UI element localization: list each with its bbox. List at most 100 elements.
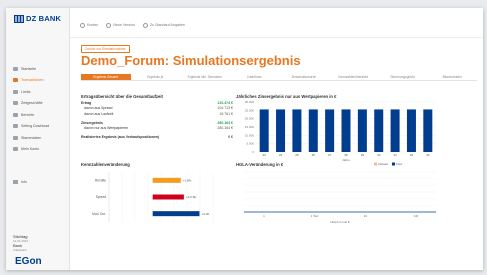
table-icon	[13, 101, 18, 106]
category-label: Spread	[96, 195, 107, 199]
info-icon	[13, 180, 18, 184]
sidebar-item-7[interactable]: Mein Konto	[13, 144, 49, 156]
sidebar-item-label: Setting Download	[21, 124, 50, 129]
back-button[interactable]: Zurück zur Simulationsliste	[81, 45, 130, 53]
page-title: Demo_Forum: Simulationsergebnis	[81, 53, 301, 68]
sidebar-item-5[interactable]: Setting Download	[13, 121, 49, 133]
user-icon	[13, 147, 18, 152]
sidebar-item-1[interactable]: Transaktionen	[13, 75, 49, 87]
x-tick-label: 24	[279, 153, 283, 157]
bar	[390, 109, 400, 152]
sidebar-item-label: Transaktionen	[21, 78, 44, 83]
dz-bank-logo-icon	[14, 14, 24, 23]
sidebar-item-info[interactable]: Info	[13, 180, 27, 184]
x-tick-label: 26	[312, 153, 316, 157]
x-tick-label: 32	[410, 153, 414, 157]
category-label: Rendite	[95, 179, 106, 183]
summary-value: 120.474 €	[217, 100, 233, 105]
summary-row: Realisiertes Ergebnis (aus Verkaufsposit…	[81, 134, 233, 140]
x-tick-label: 31	[393, 153, 397, 157]
hbar	[152, 177, 181, 183]
hbar	[152, 211, 200, 217]
annual-interest-chart: 30.000 25.000 20.000 15.000 10.000 5.000 0 23 24…	[245, 100, 436, 166]
y-tick-label: 15.000	[245, 125, 255, 129]
summary-label: davon aus Spread	[84, 106, 113, 111]
legend-label: Kauf	[396, 162, 402, 166]
y-tick-label: 25.000	[245, 108, 255, 112]
bank-sub: Volksbank	[13, 248, 27, 252]
x-tick-label: 33	[426, 153, 430, 157]
legend-label: Verkauf	[378, 162, 388, 166]
hgla-chart-title: HGLA-Veränderung in €	[236, 162, 284, 167]
x-tick-label: 28	[344, 153, 348, 157]
category-label: Mod. Dur.	[92, 212, 106, 216]
x-tick-label: 1 Tsd.	[311, 214, 319, 218]
sidebar-nav: Startseite Transaktionen Limits Zeitgeschäf…	[13, 63, 49, 155]
sidebar-item-6[interactable]: Stammdaten	[13, 132, 49, 144]
download-icon	[13, 124, 18, 129]
x-tick-label: 29	[361, 153, 365, 157]
bar	[276, 109, 286, 152]
legend-swatch	[392, 162, 395, 166]
tab-4[interactable]: Zinsstrukturkurve	[279, 74, 329, 80]
x-tick-label: 25	[295, 153, 299, 157]
hbar	[152, 194, 184, 200]
summary-table: Ertrag 120.474 € davon aus Spread 104.713 €…	[81, 100, 233, 140]
tab-5[interactable]: Kennzahlenübersicht	[329, 74, 379, 80]
topbar-link[interactable]: Neue Version	[106, 23, 135, 28]
summary-label: davon nur aus Wertpapieren	[84, 126, 129, 131]
summary-value: 280.164 €	[217, 126, 233, 131]
tab-6[interactable]: Steuerungsgröße	[378, 74, 428, 80]
summary-value: 0 €	[228, 134, 233, 139]
tab-0[interactable]: Ergebnis Gesamt	[81, 74, 131, 80]
tab-1[interactable]: Ergebnis je	[131, 74, 181, 80]
x-tick-label: 1	[263, 214, 265, 218]
sidebar-item-label: Info	[21, 180, 27, 184]
egon-logo: EGon	[15, 256, 42, 267]
home-icon	[13, 66, 18, 71]
bar	[259, 109, 269, 152]
divider	[70, 37, 483, 38]
sidebar-item-label: Stammdaten	[21, 135, 42, 140]
sidebar-item-0[interactable]: Startseite	[13, 63, 49, 75]
tab-2[interactable]: Ergebnis inkl. Szenarien	[180, 74, 230, 80]
logo: DZ BANK	[14, 14, 61, 23]
sidebar-item-label: Mein Konto	[21, 147, 40, 152]
y-tick-label: 20.000	[245, 117, 255, 121]
legend-swatch	[374, 162, 377, 166]
report-icon	[13, 112, 18, 117]
app-window: DZ BANK Startseite Transaktionen Limits Zei…	[6, 8, 483, 270]
sidebar: DZ BANK Startseite Transaktionen Limits Zei…	[6, 8, 70, 270]
data-label: +3,6 Bp	[186, 195, 197, 199]
limit-icon	[13, 89, 18, 94]
summary-value: 15.761 €	[219, 111, 233, 116]
tab-3[interactable]: Cashflows	[230, 74, 280, 80]
sidebar-item-4[interactable]: Berichte	[13, 109, 49, 121]
x-tick-label: 23	[263, 153, 267, 157]
x-axis-label: HGLA in mio €	[330, 220, 350, 224]
user-info[interactable]: Stichtag 13.01.2022 Bank Volksbank	[13, 234, 28, 252]
kpi-chart-title: Kennzahlenveränderung	[81, 162, 130, 167]
data-label: +0,00	[201, 212, 209, 216]
bar	[423, 109, 433, 152]
list-icon	[13, 78, 18, 83]
kpi-change-chart: Rendite +1,8% Spread +3,6 Bp Mod. Dur. +0,00	[92, 172, 214, 222]
topbar-link[interactable]: Zu Standard Angaben	[143, 23, 185, 28]
summary-label: Zinsergebnis	[81, 120, 103, 125]
x-tick-label: 1M	[414, 214, 419, 218]
y-tick-label: 10.000	[245, 133, 255, 137]
topbar-link[interactable]: Konten	[80, 23, 98, 28]
y-tick-label: 0	[252, 150, 254, 154]
bar	[357, 109, 367, 152]
summary-label: davon aus Laufzeit	[84, 111, 114, 116]
summary-title: Ertragsübersicht über die Gesamtlaufzeit	[81, 94, 163, 99]
x-axis-label: Jahre	[342, 158, 350, 162]
sidebar-item-label: Startseite	[21, 66, 37, 71]
sidebar-item-2[interactable]: Limits	[13, 86, 49, 98]
y-tick-label: 5.000	[246, 142, 254, 146]
hgla-change-chart: 1 1 Tsd. 10 1M HGLA in mio €	[244, 171, 436, 224]
bar	[374, 109, 384, 152]
summary-label: Ertrag	[81, 100, 92, 105]
sidebar-item-3[interactable]: Zeitgeschäfte	[13, 98, 49, 110]
tab-7[interactable]: Bilanzstruktur	[428, 74, 478, 80]
